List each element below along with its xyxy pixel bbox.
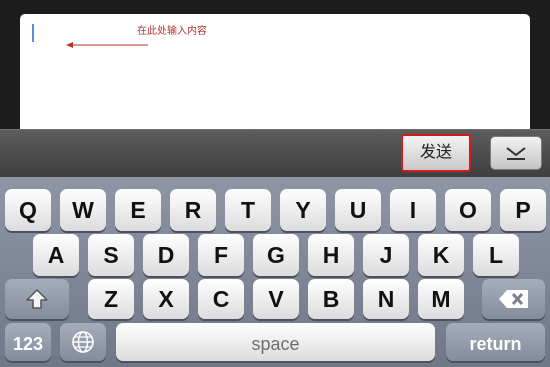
key-label: return [469,334,522,354]
key-label: I [409,197,417,223]
key-b[interactable]: B [308,279,354,319]
key-f[interactable]: F [198,234,244,276]
key-label: N [377,286,395,312]
key-n[interactable]: N [363,279,409,319]
key-t[interactable]: T [225,189,271,231]
key-s[interactable]: S [88,234,134,276]
chat-compose-screen: 在此处输入内容 发送 Q W E R T Y U I O P A S D F G… [0,0,550,367]
key-label: X [158,286,174,312]
backspace-icon [499,290,528,308]
key-label: O [459,197,477,223]
key-label: G [267,242,285,268]
onscreen-keyboard: Q W E R T Y U I O P A S D F G H J K L Z … [0,177,550,367]
key-label: A [47,242,65,268]
hint-arrow-icon [66,42,148,48]
key-j[interactable]: J [363,234,409,276]
send-button[interactable]: 发送 [401,134,471,172]
key-label: space [251,334,300,354]
key-label: J [379,242,393,268]
return-key[interactable]: return [446,323,545,361]
key-label: Z [103,286,119,312]
key-m[interactable]: M [418,279,464,319]
key-c[interactable]: C [198,279,244,319]
key-label: S [103,242,119,268]
key-label: M [431,286,451,312]
key-label: Q [19,197,37,223]
key-e[interactable]: E [115,189,161,231]
key-q[interactable]: Q [5,189,51,231]
key-label: 123 [12,334,44,354]
key-p[interactable]: P [500,189,546,231]
key-label: T [240,197,256,223]
key-label: C [212,286,230,312]
delete-key[interactable] [482,279,545,319]
key-k[interactable]: K [418,234,464,276]
key-label: L [488,242,504,268]
key-label: K [432,242,450,268]
key-r[interactable]: R [170,189,216,231]
key-x[interactable]: X [143,279,189,319]
key-label: P [515,197,531,223]
globe-key[interactable] [60,323,106,361]
key-label: F [213,242,229,268]
space-key[interactable]: space [116,323,435,361]
key-w[interactable]: W [60,189,106,231]
key-u[interactable]: U [335,189,381,231]
key-d[interactable]: D [143,234,189,276]
shift-icon [26,289,48,309]
key-z[interactable]: Z [88,279,134,319]
key-label: Y [295,197,311,223]
key-g[interactable]: G [253,234,299,276]
key-label: U [349,197,367,223]
dismiss-keyboard-button[interactable] [490,136,542,170]
key-h[interactable]: H [308,234,354,276]
key-v[interactable]: V [253,279,299,319]
key-label: B [322,286,340,312]
globe-icon [72,331,94,353]
input-hint-label: 在此处输入内容 [137,26,207,37]
key-label: V [268,286,284,312]
key-label: E [130,197,146,223]
shift-key[interactable] [5,279,69,319]
keyboard-toolbar: 发送 [0,129,550,178]
numbers-key[interactable]: 123 [5,323,51,361]
key-label: H [322,242,340,268]
key-label: D [157,242,175,268]
key-label: R [184,197,202,223]
key-y[interactable]: Y [280,189,326,231]
key-l[interactable]: L [473,234,519,276]
key-i[interactable]: I [390,189,436,231]
key-a[interactable]: A [33,234,79,276]
key-o[interactable]: O [445,189,491,231]
chevron-down-icon [506,147,526,160]
text-cursor [32,24,34,42]
key-label: W [72,197,94,223]
